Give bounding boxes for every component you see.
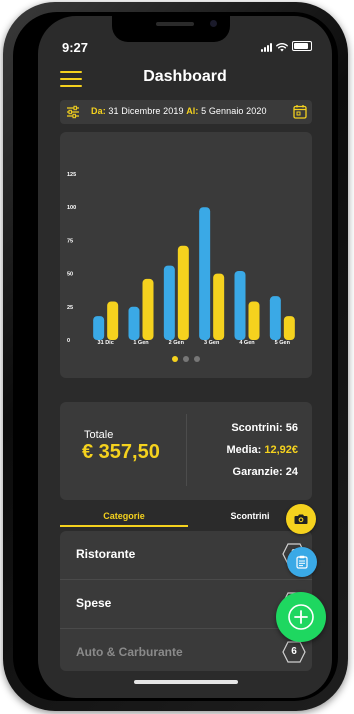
wifi-icon — [276, 43, 288, 52]
receipt-icon — [296, 555, 308, 569]
categories-list: Ristorante 3 Spese 3 Auto & Carburante 6 — [60, 531, 312, 671]
pager-dot[interactable] — [194, 356, 200, 362]
pager-dot[interactable] — [183, 356, 189, 362]
chart-bar[interactable] — [199, 207, 211, 340]
battery-icon — [292, 41, 312, 51]
chart-bar[interactable] — [93, 316, 105, 340]
bar-chart-card: 0 25 50 75 100 125 31 Dic 1 Gen 2 Gen 3 Gen 4 Gen 5… — [60, 132, 312, 378]
total-label: Totale — [84, 429, 114, 441]
garanzie-stat: Garanzie: 24 — [233, 466, 298, 478]
date-from-value: 31 Dicembre 2019 — [108, 106, 184, 116]
x-tick-label: 3 Gen — [204, 340, 220, 346]
chart-bar[interactable] — [213, 273, 225, 340]
date-range-text[interactable]: Da: 31 Dicembre 2019 Al: 5 Gennaio 2020 — [91, 106, 267, 116]
bar-chart: 0 25 50 75 100 125 31 Dic 1 Gen 2 Gen 3 Gen 4 Gen 5… — [67, 172, 295, 346]
media-label: Media: — [226, 444, 262, 456]
total-value: € 357,50 — [82, 441, 160, 463]
date-to-label: Al: — [186, 106, 199, 116]
chart-bar[interactable] — [269, 296, 281, 340]
signal-icon — [261, 42, 272, 52]
date-from-label: Da: — [91, 106, 106, 116]
media-value: 12,92€ — [264, 444, 298, 456]
chart-bar[interactable] — [128, 306, 140, 340]
summary-divider — [186, 414, 187, 486]
chart-bar[interactable] — [177, 245, 189, 340]
scontrini-stat: Scontrini: 56 — [231, 422, 298, 434]
y-tick-label: 125 — [67, 172, 76, 178]
x-tick-label: 2 Gen — [169, 340, 185, 346]
chart-bar[interactable] — [107, 301, 119, 340]
category-label: Spese — [76, 596, 112, 610]
y-tick-label: 75 — [67, 238, 73, 244]
plus-icon — [288, 604, 314, 630]
x-tick-label: 31 Dic — [98, 340, 114, 346]
date-to-value: 5 Gennaio 2020 — [201, 106, 267, 116]
pager-dot[interactable] — [172, 356, 178, 362]
summary-card: Totale € 357,50 Scontrini: 56 Media: 12,… — [60, 402, 312, 500]
tab-bar: Categorie Scontrini — [60, 508, 312, 528]
list-item[interactable]: Ristorante 3 — [60, 531, 312, 580]
list-item[interactable]: Spese 3 — [60, 580, 312, 629]
sliders-icon[interactable] — [66, 105, 80, 119]
active-tab-indicator — [60, 525, 188, 527]
chart-bar[interactable] — [163, 265, 175, 340]
camera-icon — [294, 514, 308, 524]
chart-bar[interactable] — [283, 316, 295, 340]
calendar-icon[interactable] — [293, 104, 307, 119]
home-indicator — [134, 680, 238, 684]
scontrini-value: 56 — [285, 422, 298, 434]
status-icons — [261, 41, 312, 52]
speaker — [156, 22, 194, 26]
category-count: 6 — [291, 646, 297, 657]
date-range-bar[interactable]: Da: 31 Dicembre 2019 Al: 5 Gennaio 2020 — [60, 100, 312, 124]
category-label: Auto & Carburante — [76, 645, 183, 659]
y-tick-label: 0 — [67, 338, 70, 344]
count-badge: 6 — [282, 641, 306, 663]
status-time: 9:27 — [62, 40, 89, 55]
x-tick-label: 5 Gen — [275, 340, 291, 346]
tab-categorie[interactable]: Categorie — [60, 511, 188, 521]
garanzie-value: 24 — [285, 466, 298, 478]
y-tick-label: 50 — [67, 272, 73, 278]
list-item[interactable]: Auto & Carburante 6 — [60, 629, 312, 671]
media-stat: Media: 12,92€ — [226, 444, 298, 456]
app-screen: 9:27 Dashboard Da: 31 Dicembre 2019 Al: … — [38, 16, 332, 698]
add-button[interactable] — [276, 592, 326, 642]
x-tick-label: 4 Gen — [239, 340, 255, 346]
category-label: Ristorante — [76, 547, 136, 561]
garanzie-label: Garanzie: — [232, 466, 283, 478]
scontrini-label: Scontrini: — [231, 422, 283, 434]
receipt-button[interactable] — [287, 547, 317, 577]
page-title: Dashboard — [143, 68, 227, 85]
chart-pager[interactable] — [60, 356, 312, 362]
front-camera — [210, 20, 217, 27]
chart-bar[interactable] — [234, 270, 246, 340]
chart-bar[interactable] — [248, 301, 260, 340]
x-tick-label: 1 Gen — [133, 340, 149, 346]
camera-button[interactable] — [286, 504, 316, 534]
y-tick-label: 100 — [67, 205, 76, 211]
chart-bar[interactable] — [142, 278, 154, 340]
y-tick-label: 25 — [67, 305, 73, 311]
